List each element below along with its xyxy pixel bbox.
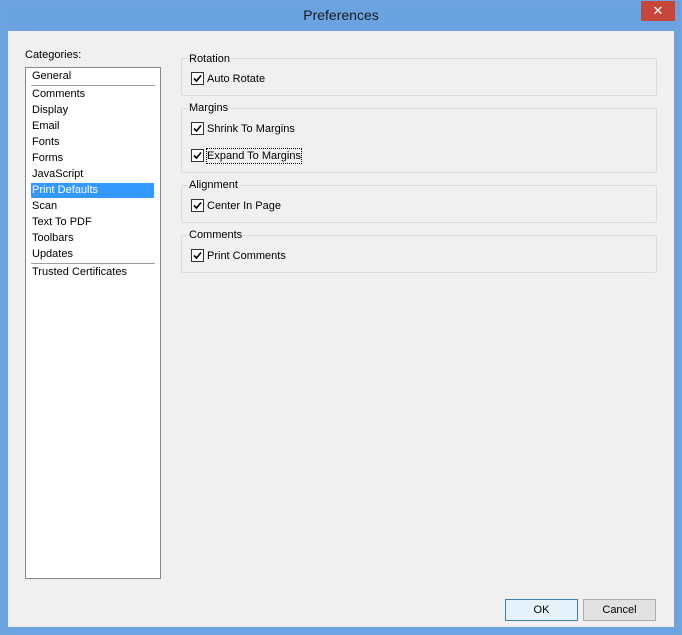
shrink-to-margins-label[interactable]: Shrink To Margins xyxy=(207,122,295,136)
category-print-defaults[interactable]: Print Defaults xyxy=(31,183,154,198)
rotation-group-title: Rotation xyxy=(188,53,231,65)
expand-to-margins-label[interactable]: Expand To Margins xyxy=(206,148,302,164)
center-in-page-label[interactable]: Center In Page xyxy=(207,199,281,213)
category-toolbars[interactable]: Toolbars xyxy=(31,231,154,246)
category-comments[interactable]: Comments xyxy=(31,87,154,102)
checkbox-box[interactable] xyxy=(191,72,204,85)
category-trusted-certificates[interactable]: Trusted Certificates xyxy=(31,265,154,280)
alignment-group-title: Alignment xyxy=(188,179,239,191)
category-text-to-pdf[interactable]: Text To PDF xyxy=(31,215,154,230)
category-separator xyxy=(31,263,155,264)
category-separator xyxy=(31,85,155,86)
category-fonts[interactable]: Fonts xyxy=(31,135,154,150)
window-title: Preferences xyxy=(303,7,379,23)
auto-rotate-label[interactable]: Auto Rotate xyxy=(207,72,265,86)
checkbox-box[interactable] xyxy=(191,122,204,135)
category-javascript[interactable]: JavaScript xyxy=(31,167,154,182)
title-bar[interactable]: Preferences ✕ xyxy=(1,1,681,31)
checkbox-box[interactable] xyxy=(191,149,204,162)
preferences-window: Preferences ✕ Categories: General Commen… xyxy=(0,0,682,635)
ok-button[interactable]: OK xyxy=(505,599,578,621)
dialog-body: Categories: General Comments Display Ema… xyxy=(8,31,674,627)
category-updates[interactable]: Updates xyxy=(31,247,154,262)
checkbox-box[interactable] xyxy=(191,249,204,262)
category-display[interactable]: Display xyxy=(31,103,154,118)
categories-list[interactable]: General Comments Display Email Fonts For… xyxy=(25,67,161,579)
category-general[interactable]: General xyxy=(31,69,154,84)
comments-group-title: Comments xyxy=(188,229,244,241)
category-forms[interactable]: Forms xyxy=(31,151,154,166)
print-comments-label[interactable]: Print Comments xyxy=(207,249,286,263)
margins-group-title: Margins xyxy=(188,102,230,114)
cancel-button[interactable]: Cancel xyxy=(583,599,656,621)
category-scan[interactable]: Scan xyxy=(31,199,154,214)
categories-label: Categories: xyxy=(25,49,82,61)
category-email[interactable]: Email xyxy=(31,119,154,134)
close-icon[interactable]: ✕ xyxy=(641,1,675,21)
checkbox-box[interactable] xyxy=(191,199,204,212)
margins-group xyxy=(181,108,657,173)
